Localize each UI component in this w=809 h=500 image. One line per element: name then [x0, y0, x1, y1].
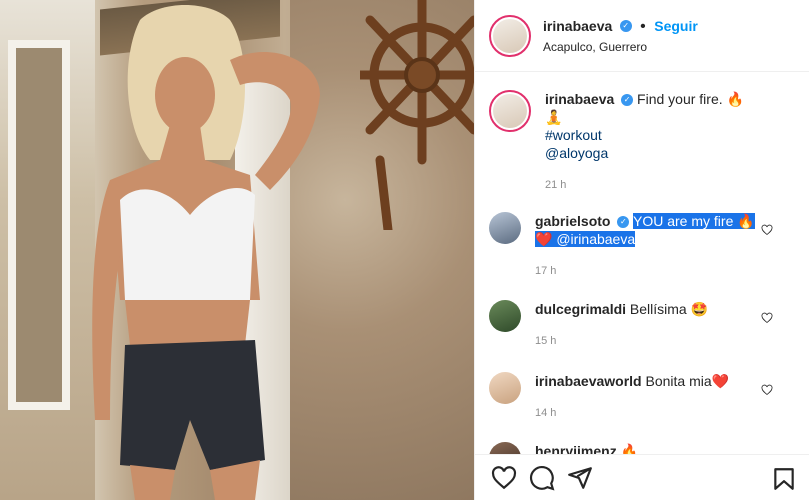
caption: irinabaeva ✓ Find your fire. 🔥🧘 #workout…: [489, 90, 795, 194]
post-sidebar: irinabaeva ✓ • Seguir Acapulco, Guerrero…: [474, 0, 809, 500]
comment-username[interactable]: irinabaevaworld: [535, 373, 642, 389]
post-dialog: irinabaeva ✓ • Seguir Acapulco, Guerrero…: [0, 0, 809, 500]
commenter-avatar[interactable]: [489, 300, 521, 332]
caption-mention[interactable]: @aloyoga: [545, 145, 608, 161]
verified-icon: ✓: [619, 20, 632, 33]
comment-username[interactable]: dulcegrimaldi: [535, 301, 626, 317]
comment-item: irinabaevaworld Bonita mia❤️ 14 h: [489, 372, 795, 422]
comment-body: dulcegrimaldi Bellísima 🤩 15 h: [535, 300, 795, 350]
comment-item: gabrielsoto ✓ YOU are my fire 🔥 ❤️ @irin…: [489, 212, 795, 280]
separator-dot: •: [640, 17, 646, 35]
comment-body: henryjimenz 🔥: [535, 442, 795, 454]
comment-time: 17 h: [535, 265, 557, 277]
comment-item: henryjimenz 🔥: [489, 442, 795, 454]
author-avatar[interactable]: [489, 14, 531, 57]
commenter-avatar[interactable]: [489, 372, 521, 404]
caption-username[interactable]: irinabaeva: [545, 91, 614, 107]
caption-avatar[interactable]: [489, 90, 531, 132]
verified-icon: ✓: [617, 216, 630, 229]
comment-item: dulcegrimaldi Bellísima 🤩 15 h: [489, 300, 795, 350]
comment-text: Bonita mia❤️: [645, 373, 730, 389]
share-icon[interactable]: [567, 465, 593, 491]
bookmark-icon[interactable]: [771, 466, 797, 492]
comment-username[interactable]: gabrielsoto: [535, 213, 610, 229]
author-username[interactable]: irinabaeva: [543, 18, 612, 34]
location-link[interactable]: Acapulco, Guerrero: [543, 40, 698, 54]
caption-hashtag[interactable]: #workout: [545, 127, 602, 143]
commenter-avatar[interactable]: [489, 212, 521, 244]
heart-icon[interactable]: [761, 312, 773, 324]
heart-icon[interactable]: [761, 224, 773, 236]
comment-icon[interactable]: [529, 465, 555, 491]
verified-icon: ✓: [621, 94, 634, 107]
heart-icon[interactable]: [761, 384, 773, 396]
header-names: irinabaeva ✓ • Seguir Acapulco, Guerrero: [543, 18, 698, 54]
caption-time: 21 h: [545, 179, 567, 191]
post-photo[interactable]: [0, 0, 474, 500]
photo-window-frame: [8, 40, 70, 410]
commenter-avatar[interactable]: [489, 442, 521, 454]
photo-person: [92, 5, 320, 500]
comment-time: 15 h: [535, 335, 557, 347]
post-actions: [475, 454, 809, 500]
comment-username[interactable]: henryjimenz: [535, 443, 617, 454]
comment-text: 🔥: [620, 443, 639, 454]
comments-list[interactable]: irinabaeva ✓ Find your fire. 🔥🧘 #workout…: [475, 72, 809, 454]
photo-ship-wheel: [360, 0, 474, 230]
post-header: irinabaeva ✓ • Seguir Acapulco, Guerrero: [475, 0, 809, 72]
heart-icon[interactable]: [491, 465, 517, 491]
comment-body: irinabaevaworld Bonita mia❤️ 14 h: [535, 372, 795, 422]
comment-text: Bellísima 🤩: [629, 301, 709, 317]
caption-body: irinabaeva ✓ Find your fire. 🔥🧘 #workout…: [545, 90, 795, 194]
follow-button[interactable]: Seguir: [654, 18, 698, 34]
comment-body: gabrielsoto ✓ YOU are my fire 🔥 ❤️ @irin…: [535, 212, 795, 280]
comment-time: 14 h: [535, 407, 557, 419]
